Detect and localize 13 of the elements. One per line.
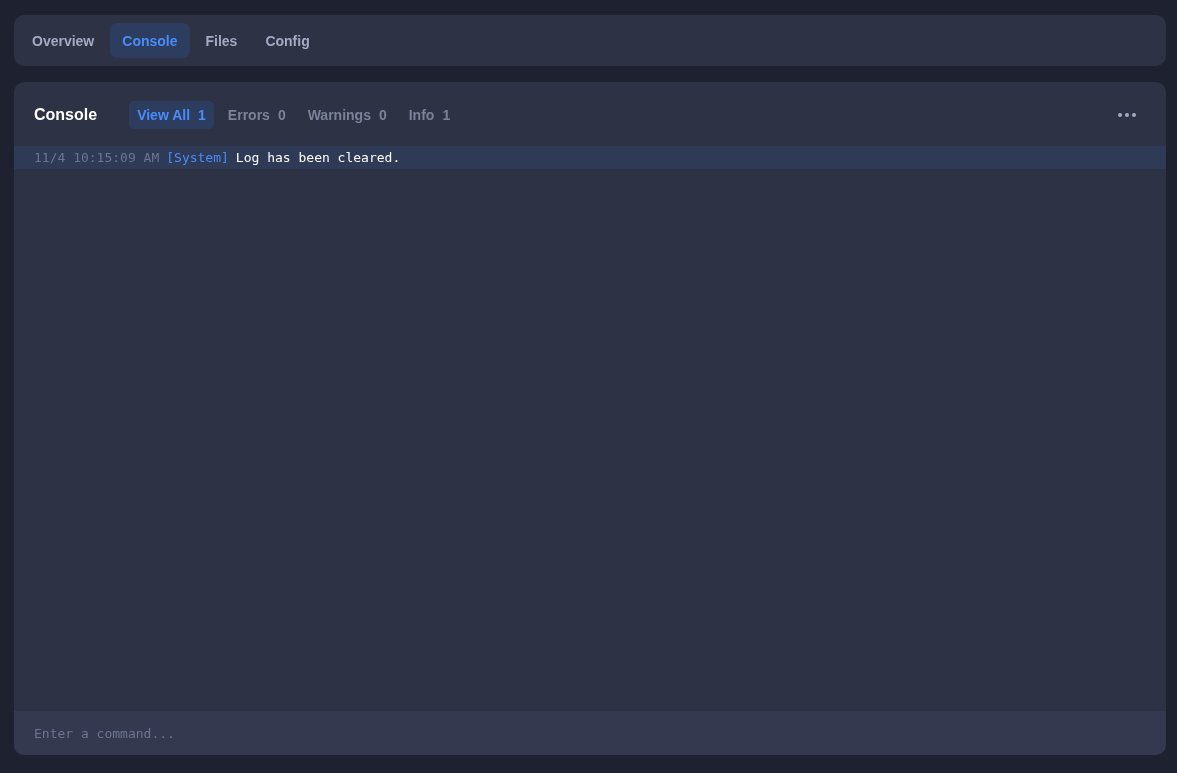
filter-tab[interactable]: View All 1 (129, 101, 214, 129)
command-input[interactable]: Enter a command... (14, 711, 1166, 755)
panel-title: Console (34, 106, 98, 124)
tab[interactable]: Files (193, 23, 250, 58)
filter-tab[interactable]: Info 1 (400, 101, 459, 129)
tab[interactable]: Console (110, 23, 190, 58)
log-message: Log has been cleared. (235, 150, 401, 165)
filter-tab[interactable]: Errors 0 (219, 101, 294, 129)
log-time: 11/4 10:15:09 AM (34, 150, 160, 165)
tab[interactable]: Overview (20, 23, 107, 58)
log-source: [System] (166, 150, 229, 165)
tab[interactable]: Config (253, 23, 322, 58)
filter-tab[interactable]: Warnings 0 (299, 101, 395, 129)
